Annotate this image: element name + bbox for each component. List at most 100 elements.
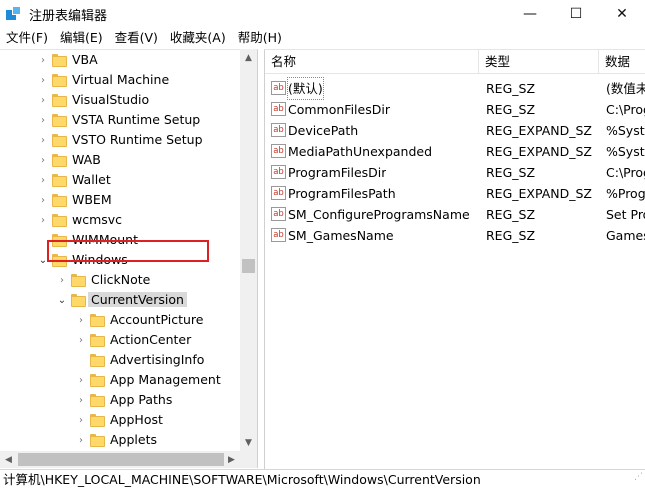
folder-icon: [90, 394, 105, 407]
tree-item-label: VSTO Runtime Setup: [72, 132, 203, 147]
value-row[interactable]: abProgramFilesDir REG_SZ C:\Prog: [265, 162, 645, 183]
value-data: Set Pro: [606, 207, 645, 222]
tree-item[interactable]: › Wallet: [0, 170, 240, 190]
tree-item[interactable]: › VBA: [0, 50, 240, 70]
tree-item[interactable]: › AccountPicture: [0, 310, 240, 330]
value-row[interactable]: abMediaPathUnexpanded REG_EXPAND_SZ %Syste: [265, 141, 645, 162]
tree-item-label: ClickNote: [91, 272, 151, 287]
scroll-right-arrow-icon[interactable]: ▶: [223, 451, 240, 468]
folder-icon: [90, 434, 105, 447]
folder-icon: [52, 154, 67, 167]
value-row[interactable]: abSM_GamesName REG_SZ Games: [265, 225, 645, 246]
folder-icon: [90, 354, 105, 367]
value-name: SM_GamesName: [288, 228, 394, 243]
expand-chevron-icon[interactable]: ›: [76, 335, 86, 346]
value-data: %Prog: [606, 186, 645, 201]
tree-item[interactable]: › Virtual Machine: [0, 70, 240, 90]
tree-item[interactable]: › VisualStudio: [0, 90, 240, 110]
expand-chevron-icon[interactable]: ›: [76, 375, 86, 386]
value-row[interactable]: abDevicePath REG_EXPAND_SZ %Syste: [265, 120, 645, 141]
value-name: (默认): [287, 77, 324, 100]
expand-chevron-icon[interactable]: ›: [38, 175, 48, 186]
scroll-up-arrow-icon[interactable]: ▲: [240, 49, 257, 66]
tree-item-label: VSTA Runtime Setup: [72, 112, 201, 127]
tree-item[interactable]: AdvertisingInfo: [0, 350, 240, 370]
expand-chevron-icon[interactable]: ›: [38, 195, 48, 206]
value-name: ProgramFilesDir: [288, 165, 387, 180]
value-data: %Syste: [606, 144, 645, 159]
tree-item[interactable]: › WAB: [0, 150, 240, 170]
value-name: MediaPathUnexpanded: [288, 144, 433, 159]
folder-icon: [52, 194, 67, 207]
expand-chevron-icon[interactable]: ›: [57, 275, 67, 286]
value-row[interactable]: abSM_ConfigureProgramsName REG_SZ Set Pro: [265, 204, 645, 225]
column-type-header[interactable]: 类型: [479, 50, 599, 74]
value-name: CommonFilesDir: [288, 102, 390, 117]
tree-item-label: AppHost: [110, 412, 163, 427]
string-value-icon: ab: [271, 102, 286, 116]
tree-item[interactable]: › wcmsvc: [0, 210, 240, 230]
tree-item[interactable]: › ClickNote: [0, 270, 240, 290]
tree-horizontal-scrollbar[interactable]: ◀ ▶: [0, 451, 258, 468]
string-value-icon: ab: [271, 165, 286, 179]
tree-item-label: WBEM: [72, 192, 112, 207]
value-row[interactable]: ab ProgramFilesPath REG_EXPAND_SZ %Prog: [265, 183, 645, 204]
folder-icon: [52, 54, 67, 67]
list-header: 名称 类型 数据: [265, 50, 645, 74]
tree-item[interactable]: › ActionCenter: [0, 330, 240, 350]
value-row[interactable]: abCommonFilesDir REG_SZ C:\Prog: [265, 99, 645, 120]
menu-favorites[interactable]: 收藏夹(A): [164, 28, 232, 48]
value-row[interactable]: ab (默认) REG_SZ (数值未: [265, 77, 645, 100]
tree-item[interactable]: › VSTA Runtime Setup: [0, 110, 240, 130]
menu-view[interactable]: 查看(V): [109, 28, 164, 48]
value-data: (数值未: [606, 81, 645, 96]
value-type: REG_SZ: [486, 165, 536, 180]
expand-chevron-icon[interactable]: ›: [76, 395, 86, 406]
folder-icon: [90, 374, 105, 387]
menu-edit[interactable]: 编辑(E): [54, 28, 109, 48]
values-list[interactable]: 名称 类型 数据 ab (默认) REG_SZ (数值未 ab CommonFilesDi…: [264, 49, 645, 469]
expand-chevron-icon[interactable]: ›: [38, 135, 48, 146]
scroll-down-arrow-icon[interactable]: ▼: [240, 434, 257, 451]
folder-icon: [52, 94, 67, 107]
column-name-header[interactable]: 名称: [265, 50, 479, 74]
expand-chevron-icon[interactable]: ›: [38, 55, 48, 66]
expand-chevron-icon[interactable]: ›: [38, 155, 48, 166]
column-data-header[interactable]: 数据: [599, 50, 645, 74]
minimize-button[interactable]: —: [507, 0, 553, 28]
value-name: SM_ConfigureProgramsName: [288, 207, 470, 222]
tree-item[interactable]: › WBEM: [0, 190, 240, 210]
resize-grip-icon[interactable]: ⋰: [634, 468, 643, 487]
expand-chevron-icon[interactable]: ›: [76, 415, 86, 426]
tree-item[interactable]: › App Paths: [0, 390, 240, 410]
expand-chevron-icon[interactable]: ›: [76, 435, 86, 446]
expand-chevron-icon[interactable]: ›: [38, 95, 48, 106]
string-value-icon: ab: [271, 186, 286, 200]
string-value-icon: ab: [271, 207, 286, 221]
tree-item[interactable]: ⌄ CurrentVersion: [0, 290, 240, 310]
collapse-chevron-icon[interactable]: ⌄: [57, 295, 67, 306]
tree-item[interactable]: › VSTO Runtime Setup: [0, 130, 240, 150]
expand-chevron-icon[interactable]: [76, 355, 86, 365]
expand-chevron-icon[interactable]: ›: [76, 315, 86, 326]
scroll-thumb[interactable]: [242, 259, 255, 273]
scroll-thumb-horizontal[interactable]: [18, 453, 224, 466]
expand-chevron-icon[interactable]: ›: [38, 115, 48, 126]
window-controls: — ☐ ✕: [507, 0, 645, 28]
tree-item[interactable]: › App Management: [0, 370, 240, 390]
menu-help[interactable]: 帮助(H): [232, 28, 288, 48]
value-type: REG_SZ: [486, 102, 536, 117]
expand-chevron-icon[interactable]: ›: [38, 215, 48, 226]
menu-file[interactable]: 文件(F): [0, 28, 54, 48]
maximize-button[interactable]: ☐: [553, 0, 599, 28]
tree-item-label: App Management: [110, 372, 221, 387]
expand-chevron-icon[interactable]: ›: [38, 75, 48, 86]
tree-item[interactable]: › AppHost: [0, 410, 240, 430]
value-data: %Syste: [606, 123, 645, 138]
value-name: DevicePath: [288, 123, 359, 138]
folder-icon: [52, 174, 67, 187]
tree-vertical-scrollbar[interactable]: ▲ ▼: [240, 49, 257, 451]
tree-item[interactable]: › Applets: [0, 430, 240, 450]
close-button[interactable]: ✕: [599, 0, 645, 28]
scroll-left-arrow-icon[interactable]: ◀: [0, 451, 17, 468]
